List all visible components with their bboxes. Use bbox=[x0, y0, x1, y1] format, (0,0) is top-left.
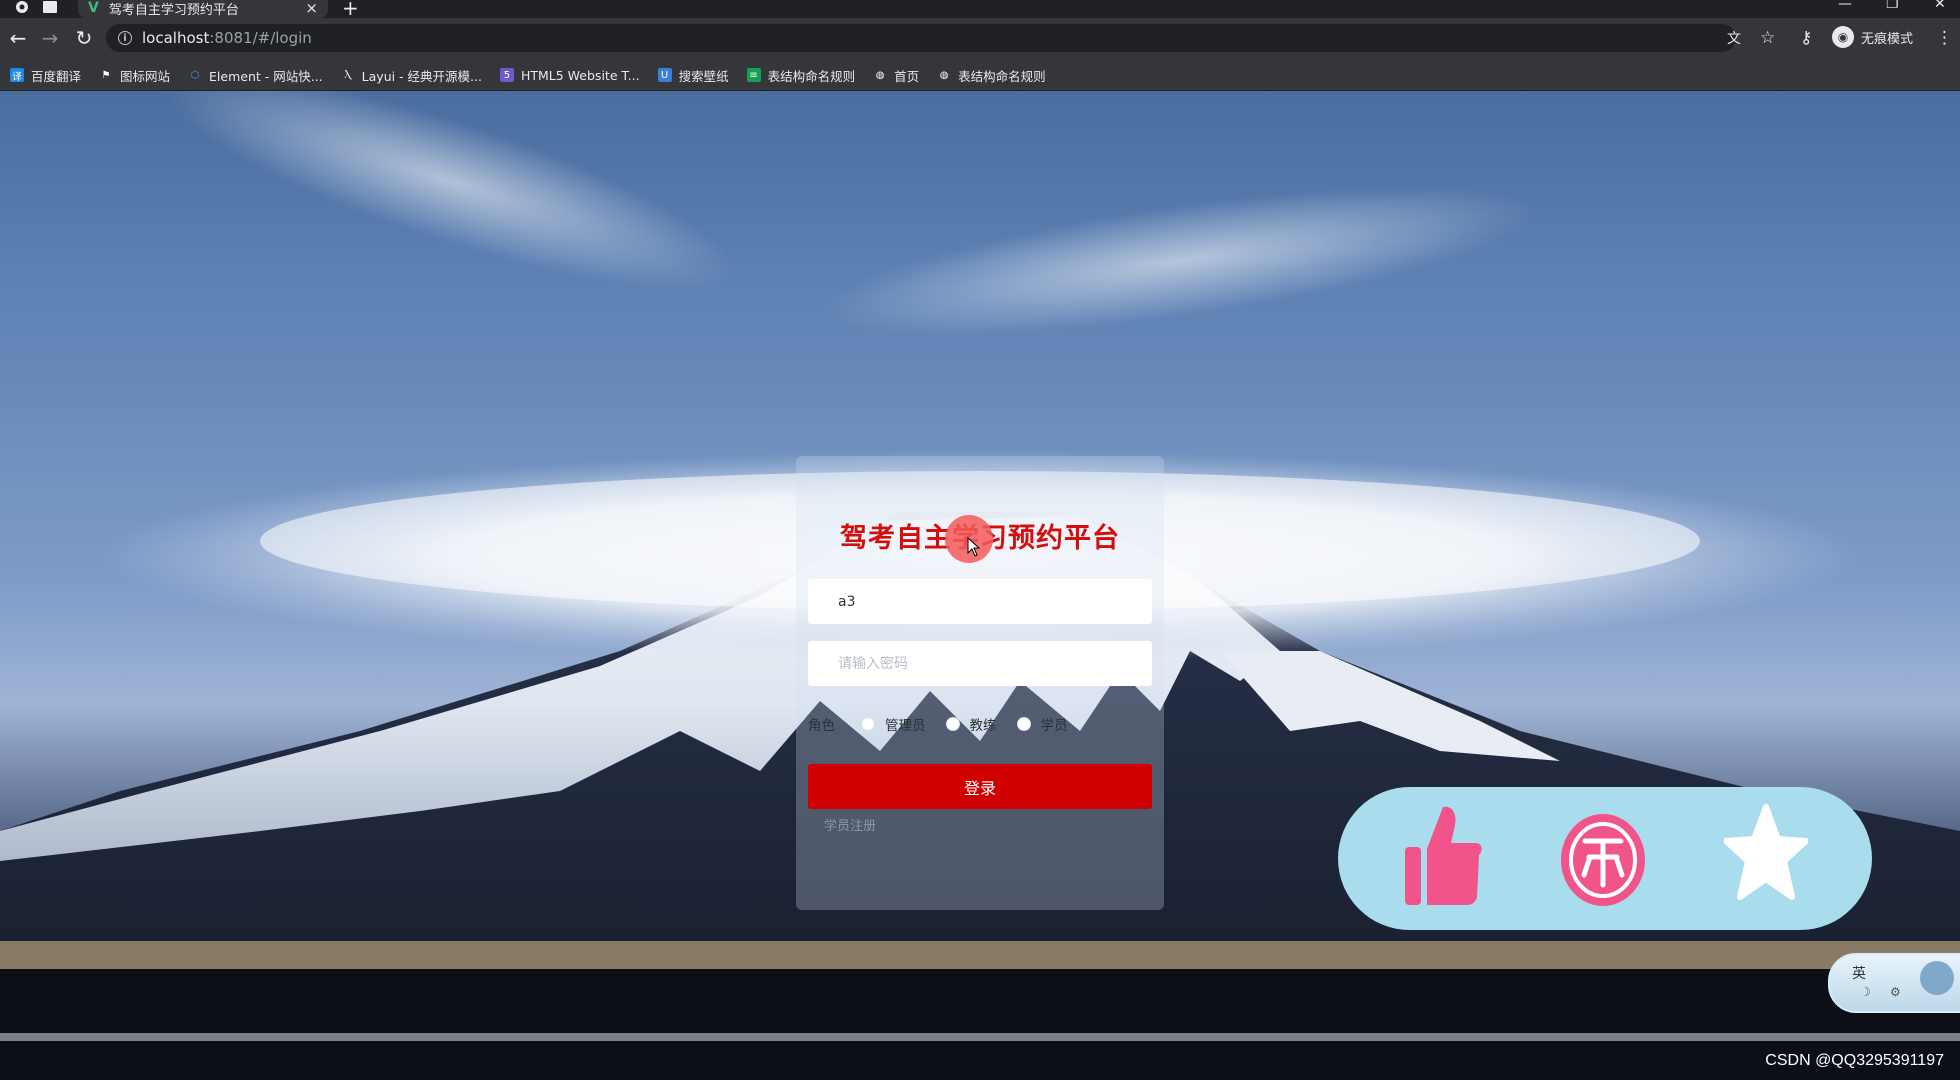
role-option-label: 管理员 bbox=[885, 718, 926, 734]
bookmark-label: 首页 bbox=[894, 68, 920, 84]
chrome-menu-icon[interactable] bbox=[14, 0, 30, 14]
bookmark-label: 搜索壁纸 bbox=[678, 68, 729, 84]
forward-button[interactable]: → bbox=[38, 26, 62, 50]
element-icon: ⬡ bbox=[190, 69, 200, 81]
minimize-button[interactable]: — bbox=[1838, 0, 1852, 12]
wallpaper-icon: U bbox=[657, 68, 672, 82]
restore-button[interactable]: ❐ bbox=[1886, 0, 1899, 12]
username-input[interactable] bbox=[808, 579, 1152, 624]
ime-moon-icon: ☽ bbox=[1860, 985, 1871, 999]
table-icon: ≡ bbox=[746, 68, 761, 82]
bookmark-item[interactable]: ◍ 首页 bbox=[873, 66, 919, 85]
page-viewport: 驾考自主学习预约平台 角色 管理员 教练 学员 登录 学员注册 bbox=[0, 91, 1960, 1080]
bookmark-label: 表结构命名规则 bbox=[767, 68, 856, 84]
radio-circle[interactable] bbox=[1016, 717, 1031, 731]
ime-avatar-icon bbox=[1920, 961, 1954, 995]
bookmark-star-icon[interactable]: ☆ bbox=[1760, 28, 1775, 48]
browser-toolbar: ← → ↻ i localhost:8081/#/login 文 ☆ ⚷ ◉ 无… bbox=[0, 18, 1960, 60]
vue-icon: V bbox=[88, 0, 99, 16]
tab-login[interactable]: V 驾考自主学习预约平台 × bbox=[78, 0, 328, 18]
role-option-label: 学员 bbox=[1040, 718, 1068, 734]
bookmark-item[interactable]: ⬡ Element - 网站快... bbox=[188, 66, 323, 85]
bookmark-label: 表结构命名规则 bbox=[958, 68, 1046, 84]
watermark-text: CSDN @QQ3295391197 bbox=[1765, 1052, 1944, 1069]
back-button[interactable]: ← bbox=[6, 26, 30, 50]
mouse-cursor-icon bbox=[967, 537, 981, 557]
page-icon bbox=[42, 0, 58, 14]
bookmark-label: 百度翻译 bbox=[31, 68, 82, 84]
like-icon[interactable] bbox=[1403, 805, 1483, 909]
globe-icon: ◍ bbox=[939, 69, 949, 81]
like-coin-favorite-overlay bbox=[1338, 787, 1872, 930]
flag-icon: ⚑ bbox=[101, 69, 111, 81]
role-selector: 角色 管理员 教练 学员 bbox=[808, 714, 1088, 734]
ime-toolbar[interactable]: 英 ☽ ⚙ bbox=[1828, 953, 1960, 1013]
key-icon[interactable]: ⚷ bbox=[1800, 28, 1812, 48]
globe-icon: ◍ bbox=[875, 69, 885, 81]
address-bar[interactable]: i localhost:8081/#/login bbox=[106, 24, 1736, 52]
bookmarks-bar: 译 百度翻译 ⚑ 图标网站 ⬡ Element - 网站快... Ⲗ Layui… bbox=[0, 60, 1960, 91]
bookmark-item[interactable]: ≡ 表结构命名规则 bbox=[746, 66, 856, 85]
bookmark-item[interactable]: 译 百度翻译 bbox=[10, 66, 81, 85]
site-info-icon[interactable]: i bbox=[118, 31, 132, 45]
new-tab-button[interactable]: + bbox=[342, 0, 359, 18]
coin-icon[interactable] bbox=[1560, 813, 1646, 907]
html5-icon: 5 bbox=[499, 68, 514, 82]
bookmark-item[interactable]: ⚑ 图标网站 bbox=[99, 66, 171, 85]
bookmark-label: 图标网站 bbox=[120, 68, 171, 84]
bookmark-item[interactable]: U 搜索壁纸 bbox=[657, 66, 729, 85]
role-radio-coach[interactable]: 教练 bbox=[945, 714, 997, 734]
url-path: :8081/#/login bbox=[209, 29, 312, 47]
ime-settings-icon: ⚙ bbox=[1890, 985, 1901, 999]
role-option-label: 教练 bbox=[969, 718, 997, 734]
incognito-profile[interactable]: ◉ 无痕模式 bbox=[1832, 26, 1913, 48]
reload-button[interactable]: ↻ bbox=[72, 26, 96, 50]
translate-icon: 译 bbox=[10, 68, 24, 83]
bookmark-item[interactable]: Ⲗ Layui - 经典开源模... bbox=[341, 66, 482, 85]
role-radio-student[interactable]: 学员 bbox=[1016, 714, 1068, 734]
radio-circle[interactable] bbox=[861, 717, 875, 731]
radio-circle[interactable] bbox=[945, 717, 960, 731]
bookmark-item[interactable]: 5 HTML5 Website T... bbox=[499, 67, 640, 83]
login-button[interactable]: 登录 bbox=[808, 764, 1152, 809]
incognito-icon: ◉ bbox=[1832, 26, 1854, 48]
translate-icon[interactable]: 文 bbox=[1727, 28, 1741, 48]
bookmark-label: Element - 网站快... bbox=[209, 68, 323, 84]
ime-language-label: 英 bbox=[1852, 966, 1866, 982]
layui-icon: Ⲗ bbox=[344, 69, 351, 81]
password-input[interactable] bbox=[808, 641, 1152, 686]
url-host: localhost bbox=[142, 29, 210, 47]
bookmark-label: Layui - 经典开源模... bbox=[361, 68, 482, 84]
close-window-button[interactable]: ✕ bbox=[1934, 0, 1946, 12]
role-label: 角色 bbox=[808, 718, 835, 734]
tab-strip: V 驾考自主学习预约平台 × + — ❐ ✕ bbox=[0, 0, 1960, 18]
incognito-label: 无痕模式 bbox=[1861, 31, 1914, 47]
tab-title: 驾考自主学习预约平台 bbox=[108, 2, 239, 18]
star-icon[interactable] bbox=[1724, 803, 1808, 903]
bookmark-item[interactable]: ◍ 表结构命名规则 bbox=[937, 66, 1046, 85]
tab-close-icon[interactable]: × bbox=[305, 0, 318, 17]
register-link[interactable]: 学员注册 bbox=[824, 815, 876, 834]
role-radio-admin[interactable]: 管理员 bbox=[861, 714, 926, 734]
bookmark-label: HTML5 Website T... bbox=[520, 67, 640, 83]
menu-dots-icon[interactable]: ⋮ bbox=[1936, 28, 1953, 48]
